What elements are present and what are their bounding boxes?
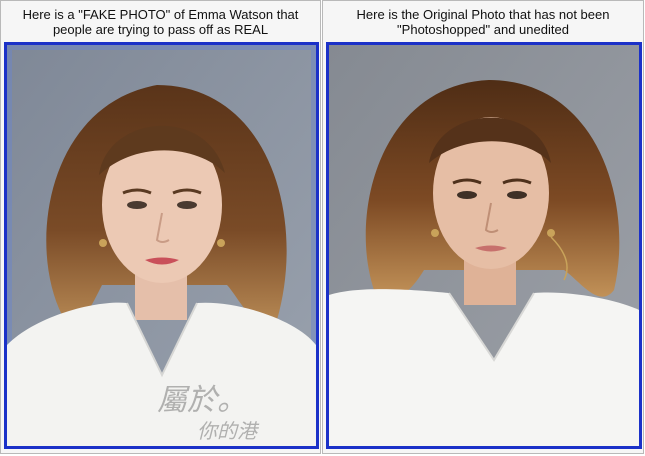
original-photo-panel: Here is the Original Photo that has not … [322, 0, 644, 454]
watermark-small: 你的港 [197, 419, 257, 443]
fake-photo-caption: Here is a "FAKE PHOTO" of Emma Watson th… [22, 7, 299, 37]
original-photo-caption: Here is the Original Photo that has not … [356, 7, 610, 37]
original-photo-image [329, 45, 639, 446]
watermark-large: 屬於。 [157, 383, 247, 418]
comparison-table: Here is a "FAKE PHOTO" of Emma Watson th… [0, 0, 645, 456]
fake-photo-frame: 屬於。 你的港 [4, 42, 319, 449]
original-photo-frame [326, 42, 642, 449]
fake-photo-panel: Here is a "FAKE PHOTO" of Emma Watson th… [0, 0, 321, 454]
